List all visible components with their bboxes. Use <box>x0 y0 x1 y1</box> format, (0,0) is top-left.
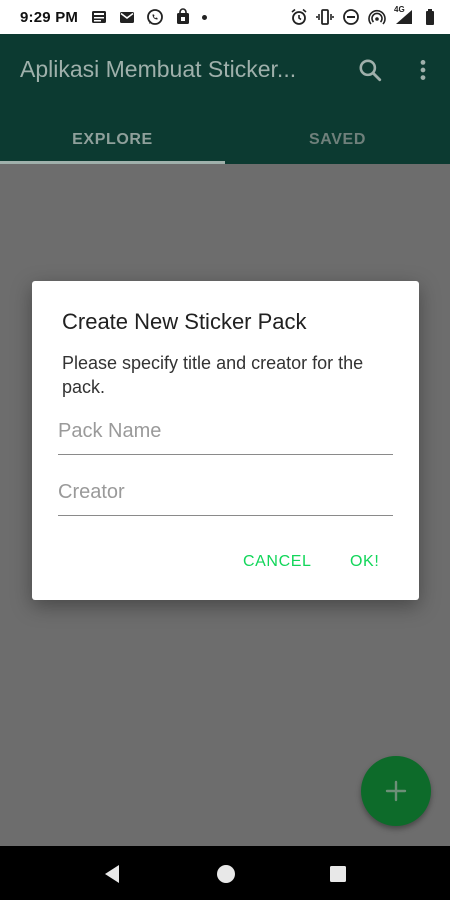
search-icon <box>359 59 382 82</box>
status-bar: 9:29 PM 4G <box>0 0 450 34</box>
whatsapp-icon <box>146 8 164 26</box>
recents-icon <box>330 866 346 882</box>
network-label: 4G <box>394 5 405 14</box>
store-icon <box>174 8 192 26</box>
system-icons: 4G <box>290 5 436 26</box>
dialog-message: Please specify title and creator for the… <box>62 353 364 397</box>
cancel-button[interactable]: CANCEL <box>243 553 312 571</box>
notification-icons <box>90 8 208 26</box>
battery-icon <box>424 8 436 26</box>
recents-button[interactable] <box>326 862 350 886</box>
plus-icon <box>385 780 407 802</box>
search-button[interactable] <box>354 54 386 86</box>
pack-name-input[interactable] <box>58 415 393 455</box>
tab-bar: EXPLORE SAVED <box>0 116 450 164</box>
add-pack-fab[interactable] <box>361 756 431 826</box>
gmail-icon <box>118 8 136 26</box>
hotspot-icon <box>368 8 386 26</box>
home-button[interactable] <box>214 862 238 886</box>
more-options-button[interactable] <box>407 54 439 86</box>
app-title: Aplikasi Membuat Sticker... <box>20 56 297 82</box>
navigation-bar <box>0 846 450 900</box>
tab-saved[interactable]: SAVED <box>225 116 450 164</box>
creator-input[interactable] <box>58 476 393 516</box>
tab-explore[interactable]: EXPLORE <box>0 116 225 164</box>
home-icon <box>217 865 235 883</box>
back-icon <box>105 865 119 883</box>
app-bar: Aplikasi Membuat Sticker... EXPLORE SAVE… <box>0 34 450 164</box>
ok-button[interactable]: OK! <box>350 553 379 571</box>
create-pack-dialog: Create New Sticker Pack Please specify t… <box>32 281 419 600</box>
dnd-icon <box>342 8 360 26</box>
status-time: 9:29 PM <box>20 8 79 26</box>
dialog-title: Create New Sticker Pack <box>62 309 307 334</box>
more-vert-icon <box>420 60 426 80</box>
signal-4g-icon: 4G <box>394 5 416 26</box>
back-button[interactable] <box>100 862 124 886</box>
news-icon <box>90 8 108 26</box>
dot-icon <box>202 14 208 20</box>
vibrate-icon <box>316 8 334 26</box>
alarm-icon <box>290 8 308 26</box>
